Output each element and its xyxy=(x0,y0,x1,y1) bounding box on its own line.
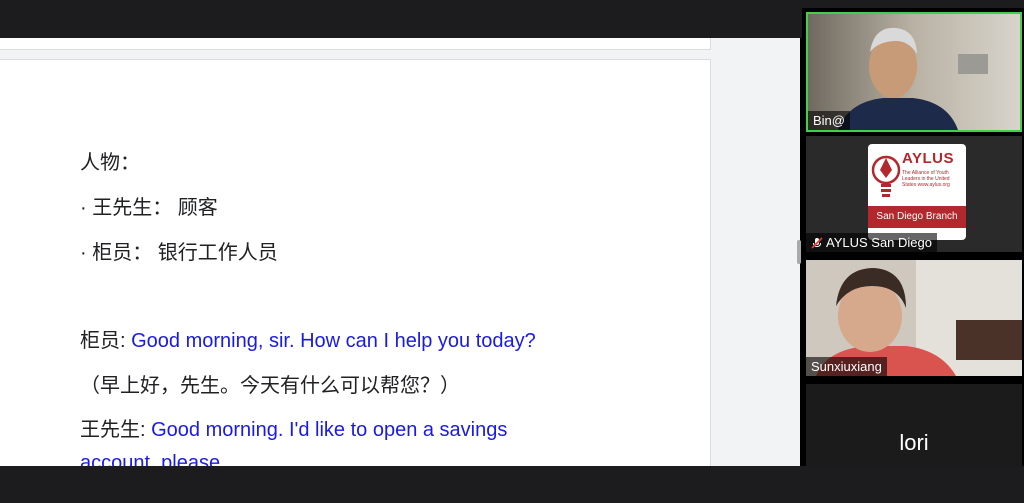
logo-title: AYLUS xyxy=(902,150,954,167)
muted-mic-icon xyxy=(811,237,823,249)
meeting-bottom-bar xyxy=(0,466,1024,503)
dialogue-line-1: 柜员: Good morning, sir. How can I help yo… xyxy=(80,324,536,353)
character-wang: · 王先生： 顾客 xyxy=(80,197,218,219)
participant-tile-sunxiuxiang[interactable]: Sunxiuxiang xyxy=(806,260,1022,376)
speaker-label: 王先生: xyxy=(80,419,146,441)
scrollbar-handle[interactable] xyxy=(797,240,801,264)
aylus-logo: AYLUS The Alliance of Youth Leaders in t… xyxy=(868,144,966,240)
document-page: 人物： · 王先生： 顾客 · 柜员： 银行工作人员 柜员: Good morn… xyxy=(0,59,711,466)
speaker-label: 柜员: xyxy=(80,330,126,352)
english-text: Good morning. I'd like to open a savings xyxy=(145,419,508,441)
participant-tile-bin[interactable]: Bin@ xyxy=(806,12,1022,132)
dialogue-line-2-continued: account, please. xyxy=(80,452,226,466)
participants-panel: Bin@ AYLUS The Alliance of Youth Leaders… xyxy=(802,8,1024,500)
character-teller: · 柜员： 银行工作人员 xyxy=(80,242,278,264)
participant-name: Bin@ xyxy=(808,111,850,130)
logo-band: San Diego Branch xyxy=(868,206,966,228)
dialogue-translation-1: （早上好，先生。今天有什么可以帮您？） xyxy=(80,375,460,397)
characters-heading: 人物： xyxy=(80,152,140,174)
participant-display-name: lori xyxy=(899,430,929,455)
shared-screen: 人物： · 王先生： 顾客 · 柜员： 银行工作人员 柜员: Good morn… xyxy=(0,38,800,466)
participant-name: AYLUS San Diego xyxy=(826,235,932,250)
participant-name: Sunxiuxiang xyxy=(806,357,887,376)
logo-subtitle: The Alliance of Youth Leaders in the Uni… xyxy=(902,170,950,188)
dialogue-line-2: 王先生: Good morning. I'd like to open a sa… xyxy=(80,413,507,442)
previous-page-edge xyxy=(0,38,711,50)
english-text: Good morning, sir. How can I help you to… xyxy=(125,330,536,352)
participant-name-tag: AYLUS San Diego xyxy=(806,233,937,252)
lightbulb-icon xyxy=(871,155,901,197)
participant-tile-aylus[interactable]: AYLUS The Alliance of Youth Leaders in t… xyxy=(806,136,1022,252)
